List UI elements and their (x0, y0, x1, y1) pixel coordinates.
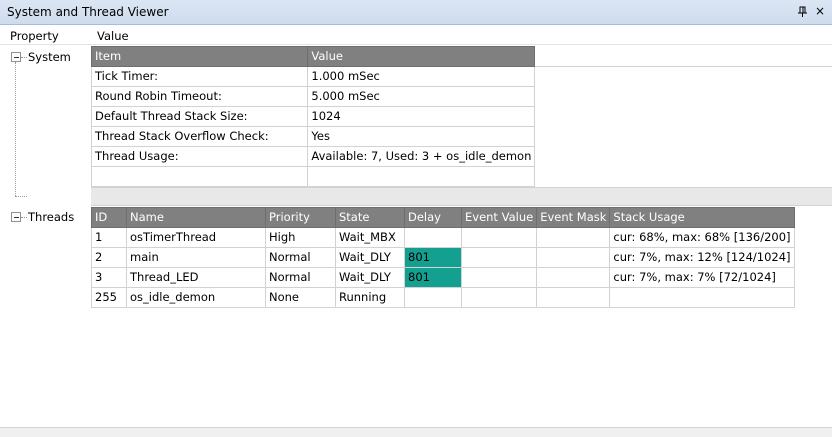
priority-cell: Normal (265, 247, 336, 268)
name-cell: Thread_LED (126, 267, 266, 288)
item-cell: Tick Timer: (90, 66, 309, 87)
system-collapse-toggle[interactable] (11, 52, 21, 62)
empty-cell (534, 66, 832, 87)
id-cell: 255 (91, 287, 127, 308)
delay-cell (404, 287, 462, 308)
id-cell: 2 (91, 247, 127, 268)
value-cell: 1024 (307, 106, 536, 127)
priority-cell: Normal (265, 267, 336, 288)
tree-node-system[interactable]: System (28, 50, 71, 64)
header-name[interactable]: Name (126, 207, 266, 228)
header-delay[interactable]: Delay (404, 207, 462, 228)
event-value-cell (460, 247, 538, 268)
state-cell: Running (335, 287, 405, 308)
stack-usage-cell (609, 287, 795, 308)
table-row[interactable]: Default Thread Stack Size: 1024 (90, 106, 832, 127)
name-cell: osTimerThread (126, 227, 266, 248)
item-cell (90, 166, 309, 187)
header-event-mask[interactable]: Event Mask (536, 207, 611, 228)
event-mask-cell (536, 227, 611, 248)
value-cell: 1.000 mSec (307, 66, 536, 87)
system-header-row: Item Value (90, 46, 832, 67)
value-cell (307, 166, 536, 187)
state-cell: Wait_MBX (335, 227, 405, 248)
id-cell: 1 (91, 227, 127, 248)
threads-table: ID Name Priority State Delay Event Value… (91, 207, 795, 308)
system-header-value[interactable]: Value (307, 46, 536, 67)
value-cell: Yes (307, 126, 536, 147)
event-value-cell (460, 287, 538, 308)
header-state[interactable]: State (335, 207, 405, 228)
threads-header-row: ID Name Priority State Delay Event Value… (91, 207, 795, 228)
table-row[interactable]: Round Robin Timeout: 5.000 mSec (90, 86, 832, 107)
title-bar: System and Thread Viewer × (0, 0, 832, 25)
column-header: Property Value (0, 26, 832, 45)
tree-branch-line (15, 62, 16, 196)
item-cell: Thread Stack Overflow Check: (90, 126, 309, 147)
table-row[interactable]: Thread Stack Overflow Check: Yes (90, 126, 832, 147)
header-event-value[interactable]: Event Value (460, 207, 538, 228)
tree-connector (21, 57, 27, 58)
table-row[interactable] (90, 166, 832, 187)
tree-connector (21, 217, 27, 218)
event-mask-cell (536, 247, 611, 268)
tree-node-threads[interactable]: Threads (28, 210, 74, 224)
delay-cell: 801 (404, 267, 462, 288)
name-cell: main (126, 247, 266, 268)
header-priority[interactable]: Priority (265, 207, 336, 228)
empty-cell (534, 146, 832, 167)
priority-cell: None (265, 287, 336, 308)
empty-cell (534, 126, 832, 147)
stack-usage-cell: cur: 68%, max: 68% [136/200] (609, 227, 795, 248)
table-row[interactable]: 1 osTimerThread High Wait_MBX cur: 68%, … (91, 227, 795, 248)
empty-cell (534, 166, 832, 187)
id-cell: 3 (91, 267, 127, 288)
stack-usage-cell: cur: 7%, max: 12% [124/1024] (609, 247, 795, 268)
event-value-cell (460, 227, 538, 248)
name-cell: os_idle_demon (126, 287, 266, 308)
empty-cell (534, 46, 832, 67)
state-cell: Wait_DLY (335, 247, 405, 268)
section-separator (91, 187, 832, 206)
tree-panel: System Threads (0, 46, 91, 437)
table-row[interactable]: Tick Timer: 1.000 mSec (90, 66, 832, 87)
system-header-item[interactable]: Item (90, 46, 309, 67)
table-row[interactable]: Thread Usage: Available: 7, Used: 3 + os… (90, 146, 832, 167)
table-row[interactable]: 255 os_idle_demon None Running (91, 287, 795, 308)
empty-cell (534, 86, 832, 107)
event-mask-cell (536, 287, 611, 308)
delay-cell (404, 227, 462, 248)
property-column-header[interactable]: Property (10, 29, 59, 43)
table-row[interactable]: 2 main Normal Wait_DLY 801 cur: 7%, max:… (91, 247, 795, 268)
item-cell: Round Robin Timeout: (90, 86, 309, 107)
pin-icon[interactable] (797, 5, 809, 19)
value-cell: 5.000 mSec (307, 86, 536, 107)
event-mask-cell (536, 267, 611, 288)
event-value-cell (460, 267, 538, 288)
system-table: Item Value Tick Timer: 1.000 mSec Round … (90, 46, 832, 187)
item-cell: Thread Usage: (90, 146, 309, 167)
stack-usage-cell: cur: 7%, max: 7% [72/1024] (609, 267, 795, 288)
value-cell: Available: 7, Used: 3 + os_idle_demon (307, 146, 536, 167)
priority-cell: High (265, 227, 336, 248)
close-icon[interactable]: × (814, 4, 826, 18)
table-row[interactable]: 3 Thread_LED Normal Wait_DLY 801 cur: 7%… (91, 267, 795, 288)
header-id[interactable]: ID (91, 207, 127, 228)
empty-cell (534, 106, 832, 127)
window-title: System and Thread Viewer (7, 5, 169, 19)
item-cell: Default Thread Stack Size: (90, 106, 309, 127)
tree-connector (15, 196, 27, 197)
threads-collapse-toggle[interactable] (11, 212, 21, 222)
delay-cell: 801 (404, 247, 462, 268)
horizontal-scrollbar[interactable] (0, 427, 832, 437)
value-column-header[interactable]: Value (97, 29, 129, 43)
header-stack-usage[interactable]: Stack Usage (609, 207, 795, 228)
state-cell: Wait_DLY (335, 267, 405, 288)
